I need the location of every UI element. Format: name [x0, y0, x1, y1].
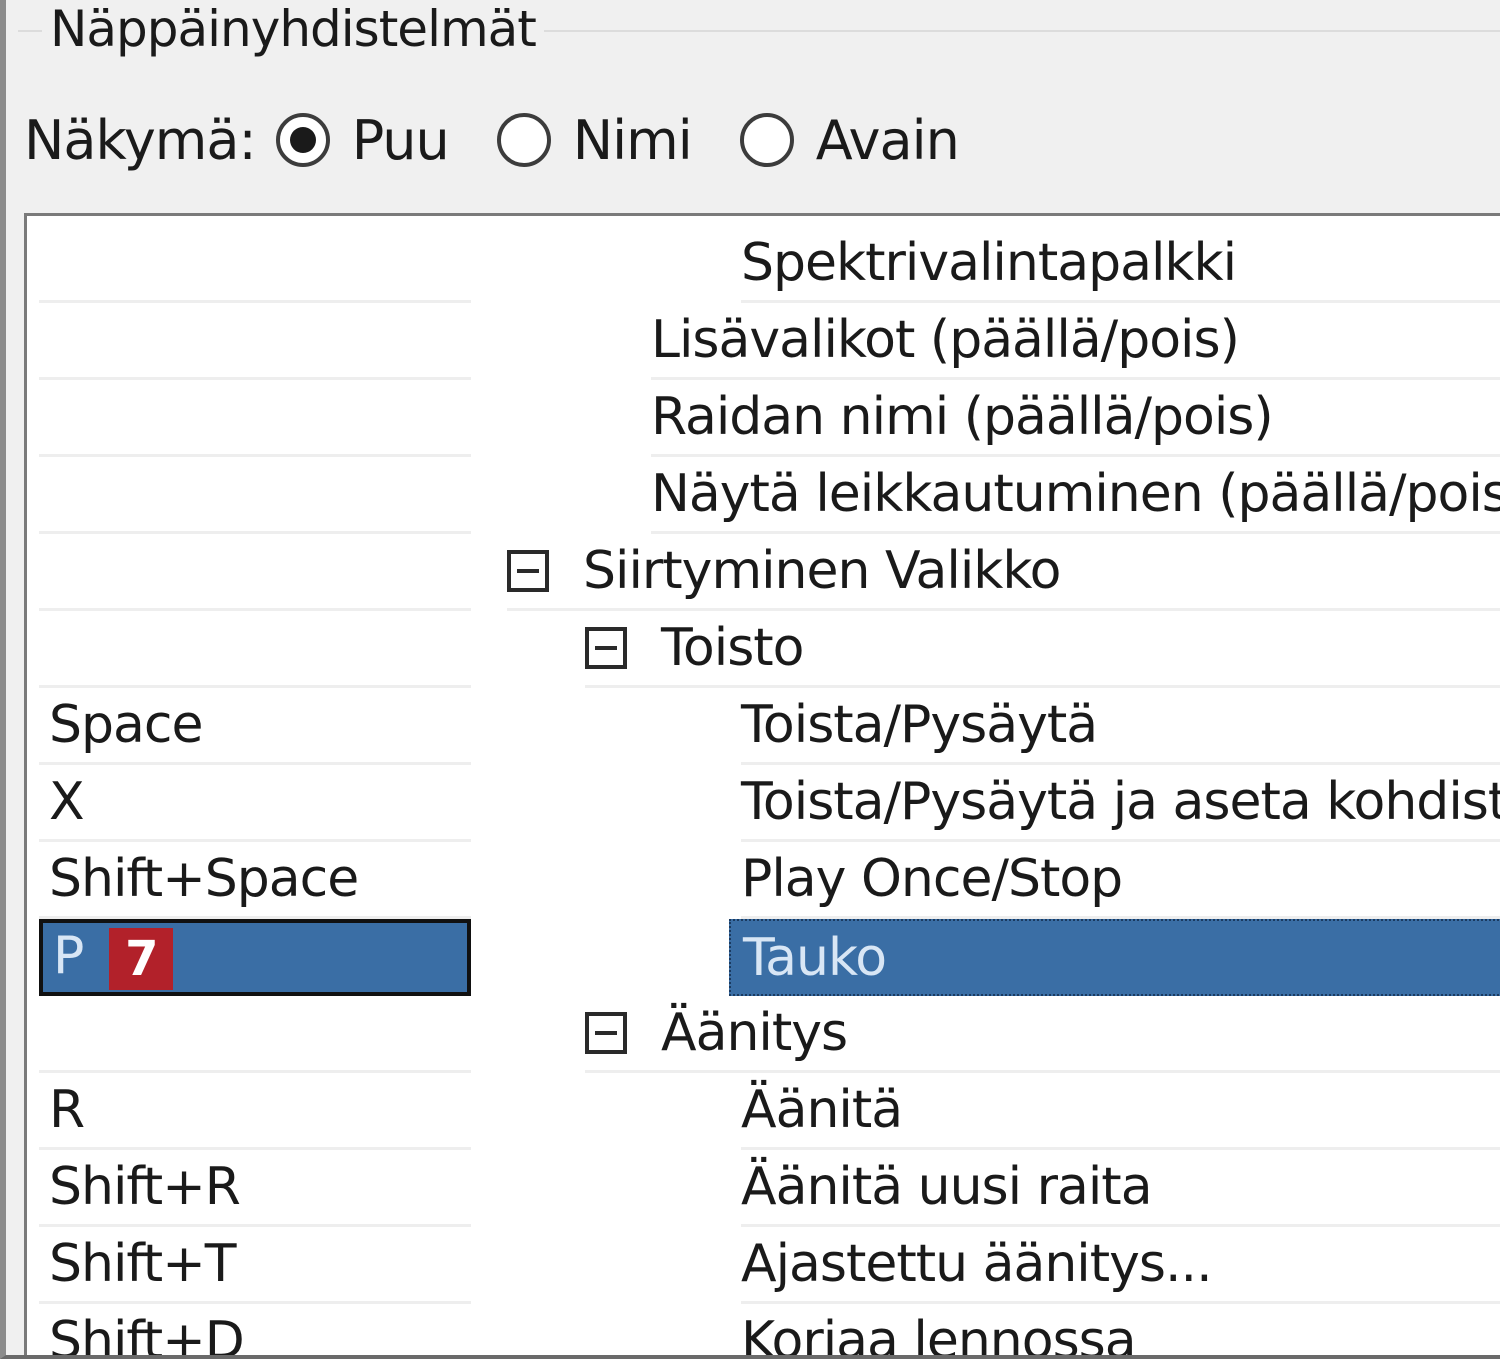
table-row[interactable]: Toisto — [27, 611, 1500, 688]
radio-selected-icon[interactable] — [275, 113, 330, 167]
collapse-icon[interactable] — [507, 550, 549, 592]
radio-unselected-icon[interactable] — [496, 113, 551, 167]
shortcut-key-selected[interactable]: P7 — [39, 919, 471, 996]
shortcut-key: Shift+T — [39, 1227, 471, 1304]
command-name: Toista/Pysäytä — [741, 688, 1500, 765]
table-row[interactable]: Shift+R Äänitä uusi raita — [27, 1150, 1500, 1227]
shortcut-key — [39, 303, 471, 380]
table-row[interactable]: R Äänitä — [27, 1073, 1500, 1150]
shortcut-key: Shift+R — [39, 1150, 471, 1227]
keyboard-preferences-panel: Näppäinyhdistelmät Näkymä: Puu Nimi Avai… — [0, 0, 1500, 1359]
shortcut-key — [39, 996, 471, 1073]
shortcut-key: X — [39, 765, 471, 842]
command-name-selected[interactable]: Tauko — [729, 919, 1500, 996]
command-group: Äänitys — [585, 996, 1500, 1073]
shortcut-key — [39, 226, 471, 303]
shortcut-key — [39, 611, 471, 688]
command-name: Korjaa lennossa — [741, 1304, 1500, 1355]
table-row[interactable]: Raidan nimi (päällä/pois) — [27, 380, 1500, 457]
command-group: Siirtyminen Valikko — [507, 534, 1500, 611]
selected-table-row[interactable]: P7 Tauko — [27, 919, 1500, 996]
callout-badge: 7 — [109, 928, 174, 990]
table-row[interactable]: Shift+T Ajastettu äänitys... — [27, 1227, 1500, 1304]
table-row[interactable]: Äänitys — [27, 996, 1500, 1073]
command-name: Äänitä — [741, 1073, 1500, 1150]
table-row[interactable]: Näytä leikkautuminen (päällä/pois) — [27, 457, 1500, 534]
command-name: Raidan nimi (päällä/pois) — [651, 380, 1500, 457]
shortcut-key: R — [39, 1073, 471, 1150]
groupbox-title: Näppäinyhdistelmät — [42, 0, 544, 64]
command-name: Play Once/Stop — [741, 842, 1500, 919]
shortcut-key: Space — [39, 688, 471, 765]
radio-unselected-icon[interactable] — [739, 113, 794, 167]
group-label: Äänitys — [661, 1003, 848, 1063]
shortcut-key: Shift+Space — [39, 842, 471, 919]
command-group: Toisto — [585, 611, 1500, 688]
table-row[interactable]: Spektrivalintapalkki — [27, 226, 1500, 303]
shortcut-tree-list[interactable]: Spektrivalintapalkki Lisävalikot (päällä… — [24, 213, 1500, 1355]
table-row[interactable]: Space Toista/Pysäytä — [27, 688, 1500, 765]
group-label: Toisto — [661, 618, 804, 678]
group-label: Siirtyminen Valikko — [583, 541, 1061, 601]
table-row[interactable]: Siirtyminen Valikko — [27, 534, 1500, 611]
command-name: Toista/Pysäytä ja aseta kohdistin — [741, 765, 1500, 842]
view-radio-key[interactable]: Avain — [739, 108, 960, 172]
command-name: Äänitä uusi raita — [741, 1150, 1500, 1227]
view-mode-row: Näkymä: Puu Nimi Avain — [24, 100, 1007, 180]
shortcut-key: Shift+D — [39, 1304, 471, 1355]
table-row[interactable]: Shift+D Korjaa lennossa — [27, 1304, 1500, 1355]
command-name: Spektrivalintapalkki — [741, 226, 1500, 303]
collapse-icon[interactable] — [585, 627, 627, 669]
table-row[interactable]: Lisävalikot (päällä/pois) — [27, 303, 1500, 380]
radio-label: Nimi — [572, 108, 693, 172]
shortcut-key — [39, 534, 471, 611]
shortcut-key — [39, 380, 471, 457]
view-label: Näkymä: — [24, 108, 257, 172]
command-name: Näytä leikkautuminen (päällä/pois) — [651, 457, 1500, 534]
view-radio-tree[interactable]: Puu — [275, 108, 450, 172]
table-row[interactable]: Shift+Space Play Once/Stop — [27, 842, 1500, 919]
radio-label: Puu — [351, 108, 450, 172]
shortcut-key — [39, 457, 471, 534]
table-row[interactable]: X Toista/Pysäytä ja aseta kohdistin — [27, 765, 1500, 842]
radio-label: Avain — [815, 108, 960, 172]
view-radio-name[interactable]: Nimi — [496, 108, 693, 172]
command-name: Ajastettu äänitys... — [741, 1227, 1500, 1304]
collapse-icon[interactable] — [585, 1012, 627, 1054]
command-name: Lisävalikot (päällä/pois) — [651, 303, 1500, 380]
